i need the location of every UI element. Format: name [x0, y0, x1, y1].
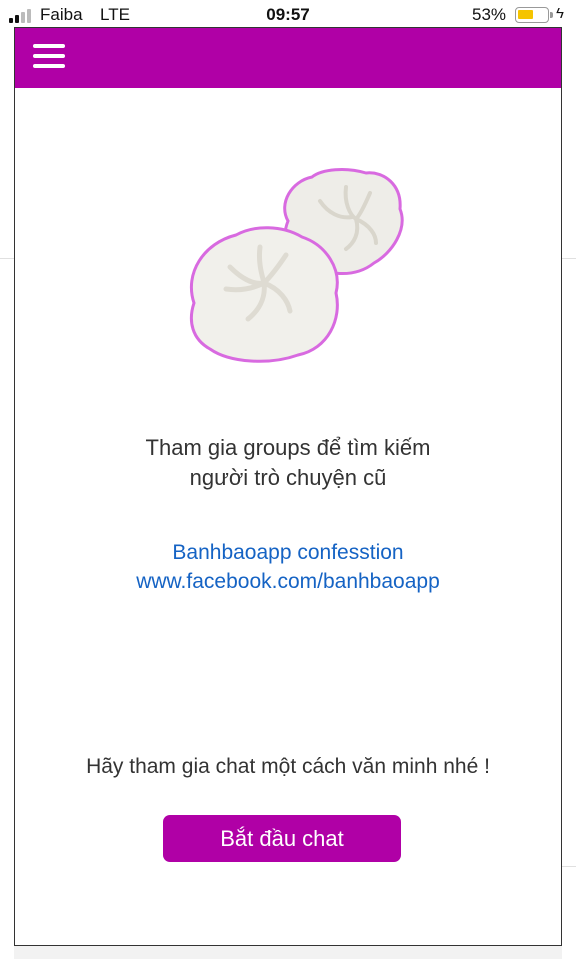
- confession-link[interactable]: Banhbaoapp confesstion: [15, 538, 561, 567]
- join-groups-text: Tham gia groups để tìm kiếm người trò ch…: [15, 433, 561, 493]
- join-text-line: Tham gia groups để tìm kiếm: [145, 435, 431, 460]
- bao-buns-image: [189, 168, 404, 363]
- battery-level-fill: [518, 10, 533, 19]
- community-links: Banhbaoapp confesstion www.facebook.com/…: [15, 538, 561, 596]
- app-header: [15, 28, 561, 88]
- status-bar: Faiba LTE 09:57 53% ϟ: [0, 0, 576, 30]
- battery-icon: [515, 7, 549, 23]
- background-page-right: [562, 30, 576, 959]
- app-card: Tham gia groups để tìm kiếm người trò ch…: [14, 27, 562, 946]
- background-divider: [562, 258, 576, 259]
- civil-chat-notice: Hãy tham gia chat một cách văn minh nhé …: [86, 755, 490, 778]
- battery-tip: [550, 12, 553, 18]
- background-divider: [0, 258, 14, 259]
- start-chat-button[interactable]: Bắt đầu chat: [163, 815, 401, 862]
- lightning-icon: ϟ: [556, 5, 564, 22]
- facebook-link[interactable]: www.facebook.com/banhbaoapp: [15, 567, 561, 596]
- join-text-line: người trò chuyện cũ: [189, 465, 387, 490]
- app-screen: Faiba LTE 09:57 53% ϟ Tham gia groups để…: [0, 0, 576, 959]
- background-page-left: [0, 30, 14, 959]
- battery-percentage: 53%: [472, 5, 507, 24]
- background-divider: [562, 866, 576, 867]
- hamburger-menu-icon[interactable]: [33, 44, 65, 70]
